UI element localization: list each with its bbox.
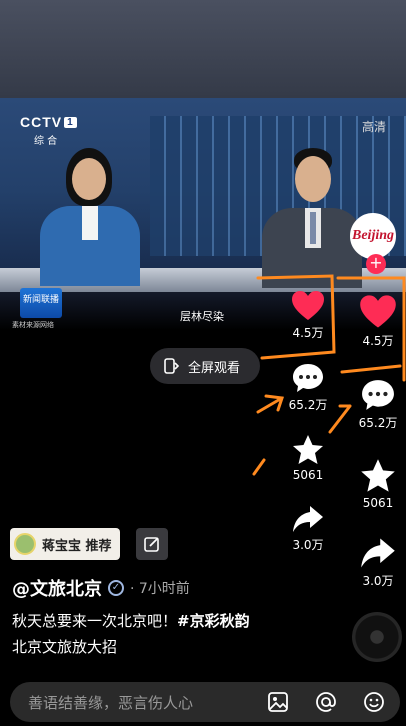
like-count: 4.5万	[292, 326, 324, 340]
share-control-2[interactable]: 3.0万	[348, 536, 406, 589]
favorite-count: 5061	[292, 468, 324, 482]
share-count: 3.0万	[292, 538, 324, 552]
quality-badge: 高清	[361, 120, 386, 134]
author-name[interactable]: @文旅北京	[12, 575, 102, 601]
channel-logo: CCTV 1	[20, 114, 77, 130]
source-label: 素材来源网络	[12, 321, 54, 329]
emoji-icon[interactable]	[362, 690, 386, 714]
fullscreen-button[interactable]: 全屏观看	[150, 348, 260, 384]
news-ticker: 层林尽染	[180, 310, 224, 323]
recommender-avatar	[14, 533, 36, 555]
anchor-left	[40, 148, 140, 286]
comment-count: 65.2万	[288, 398, 328, 412]
author-row: @文旅北京 ✓ · 7小时前	[12, 575, 190, 601]
comment-control-2[interactable]: 65.2万	[348, 378, 406, 431]
edit-button[interactable]	[136, 528, 168, 560]
star-icon	[361, 459, 395, 492]
share-control-1[interactable]: 3.0万	[278, 504, 338, 553]
edit-icon	[144, 537, 159, 552]
music-disc[interactable]	[352, 612, 402, 662]
comment-input[interactable]: 善语结善缘，恶言伤人心	[28, 692, 193, 713]
show-logo: 新闻联播	[20, 288, 62, 318]
heart-icon	[292, 291, 324, 320]
comment-control-1[interactable]: 65.2万	[278, 362, 338, 413]
post-time: · 7小时前	[130, 581, 190, 597]
share-count: 3.0万	[362, 574, 394, 588]
caption-line-2: 北京文旅放大招	[12, 638, 118, 656]
heart-icon	[360, 295, 396, 328]
hashtag-link[interactable]: #京彩秋韵	[177, 612, 250, 630]
comment-icon	[293, 364, 323, 392]
comment-count: 65.2万	[358, 416, 398, 430]
comment-bar[interactable]: 善语结善缘，恶言伤人心	[10, 682, 400, 722]
favorite-control-1[interactable]: 5061	[278, 434, 338, 482]
video-player[interactable]: CCTV 1 综 合 高清 新闻联播 素材来源网络 层林尽染	[0, 98, 406, 330]
follow-button[interactable]: +	[366, 254, 386, 274]
like-control-2[interactable]: 4.5万	[348, 294, 406, 349]
anchor-right	[262, 148, 362, 288]
channel-subtitle: 综 合	[34, 136, 58, 147]
image-icon[interactable]	[266, 690, 290, 714]
recommend-chip[interactable]: 蒋宝宝 推荐	[10, 528, 120, 560]
fullscreen-icon	[164, 358, 180, 374]
status-bar	[0, 0, 406, 98]
star-icon	[293, 435, 323, 464]
favorite-count: 5061	[362, 496, 394, 510]
verified-icon: ✓	[108, 580, 124, 596]
caption-line-1: 秋天总要来一次北京吧！#京彩秋韵	[12, 612, 250, 630]
share-icon	[293, 506, 323, 532]
share-icon	[361, 538, 395, 568]
favorite-control-2[interactable]: 5061	[348, 458, 406, 510]
comment-icon	[362, 380, 394, 410]
like-count: 4.5万	[362, 334, 394, 348]
like-control-1[interactable]: 4.5万	[278, 290, 338, 341]
mention-icon[interactable]	[314, 690, 338, 714]
